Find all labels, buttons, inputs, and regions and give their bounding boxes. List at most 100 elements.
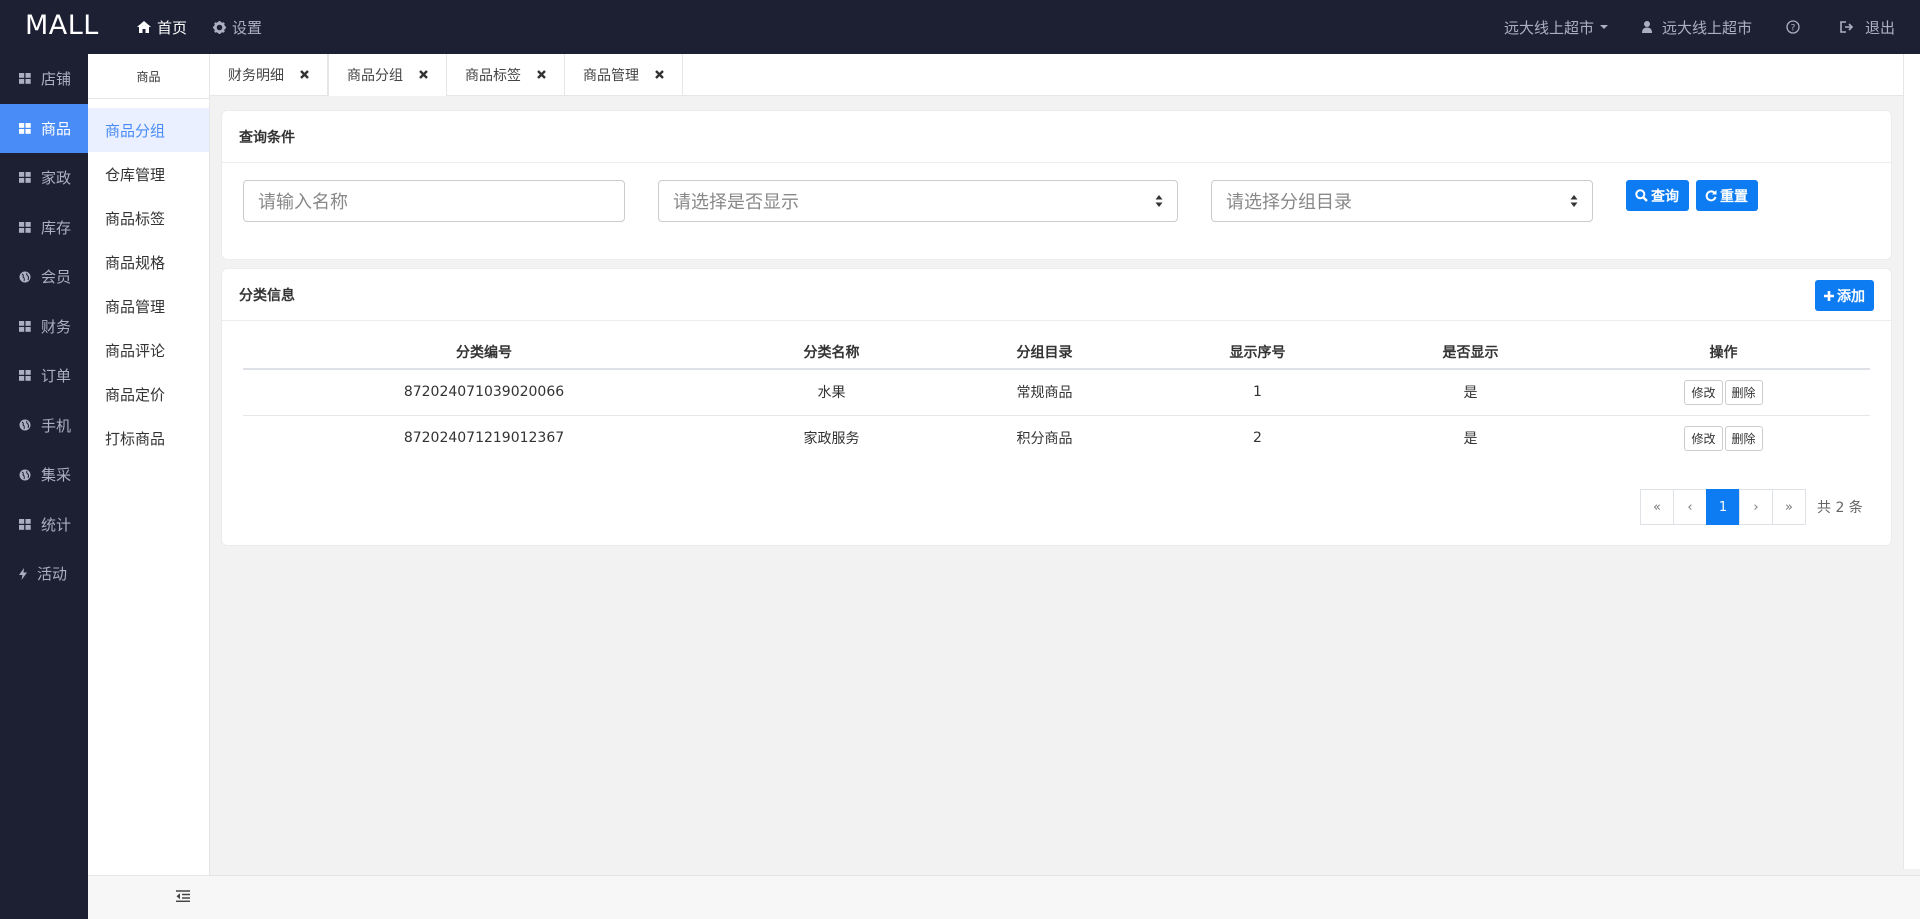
pagination: « ‹ 1 › » 共 2 条 xyxy=(1640,489,1863,525)
sidebar-item-label: 会员 xyxy=(41,268,72,287)
grid-icon xyxy=(19,320,36,332)
sub-sidebar: 商品 商品分组 仓库管理 商品标签 商品规格 商品管理 商品评论 商品定价 打标商品 xyxy=(88,54,210,875)
col-order: 显示序号 xyxy=(1151,335,1364,370)
sidebar-item-5[interactable]: 财务 xyxy=(0,302,88,352)
cell-group: 常规商品 xyxy=(938,368,1151,415)
globe-icon xyxy=(19,419,36,431)
table-header-row: 分类编号 分类名称 分组目录 显示序号 是否显示 操作 xyxy=(243,335,1870,370)
submenu-item-1[interactable]: 仓库管理 xyxy=(88,152,209,196)
submenu-item-3[interactable]: 商品规格 xyxy=(88,240,209,284)
bolt-icon xyxy=(19,567,32,580)
select-arrows-icon xyxy=(1155,195,1163,207)
globe-icon xyxy=(19,469,36,481)
top-nav-right: 远大线上超市 远大线上超市 ? 退出 xyxy=(1470,0,1895,54)
page-first[interactable]: « xyxy=(1640,489,1674,525)
cell-show: 是 xyxy=(1364,414,1577,461)
show-select[interactable]: 请选择是否显示 xyxy=(658,180,1178,222)
sub-sidebar-list: 商品分组 仓库管理 商品标签 商品规格 商品管理 商品评论 商品定价 打标商品 xyxy=(88,99,209,460)
add-button-label: 添加 xyxy=(1837,288,1865,305)
user-menu[interactable]: 远大线上超市 xyxy=(1641,17,1752,38)
page-next[interactable]: › xyxy=(1739,489,1773,525)
group-select[interactable]: 请选择分组目录 xyxy=(1211,180,1593,222)
cell-group: 积分商品 xyxy=(938,414,1151,461)
search-icon xyxy=(1635,189,1648,202)
page-current[interactable]: 1 xyxy=(1706,489,1740,525)
sidebar-item-1[interactable]: 商品 xyxy=(0,103,88,153)
sidebar-item-8[interactable]: 集采 xyxy=(0,450,88,500)
help-button[interactable]: ? xyxy=(1786,20,1806,34)
close-icon[interactable] xyxy=(419,67,428,83)
nav-home[interactable]: 首页 xyxy=(137,17,187,38)
sidebar-item-2[interactable]: 家政 xyxy=(0,153,88,203)
sub-sidebar-title: 商品 xyxy=(88,54,209,99)
search-button[interactable]: 查询 xyxy=(1626,180,1689,211)
close-icon[interactable] xyxy=(537,67,546,83)
query-card: 查询条件 请输入名称 请选择是否显示 请选择分组目录 查询 重置 xyxy=(221,110,1892,260)
reset-button[interactable]: 重置 xyxy=(1696,180,1758,211)
tab-0[interactable]: 财务明细 xyxy=(210,54,328,96)
bottom-bar xyxy=(88,875,1920,919)
sidebar-item-0[interactable]: 店铺 xyxy=(0,54,88,104)
submenu-item-6[interactable]: 商品定价 xyxy=(88,372,209,416)
group-select-label: 请选择分组目录 xyxy=(1226,192,1352,213)
reset-button-label: 重置 xyxy=(1720,188,1748,205)
user-name: 远大线上超市 xyxy=(1661,18,1752,37)
sidebar-item-label: 店铺 xyxy=(41,70,72,89)
scrollbar[interactable] xyxy=(1903,54,1920,869)
submenu-item-5[interactable]: 商品评论 xyxy=(88,328,209,372)
cell-name: 家政服务 xyxy=(725,414,938,461)
tab-2[interactable]: 商品标签 xyxy=(447,54,565,96)
submenu-item-7[interactable]: 打标商品 xyxy=(88,416,209,460)
brand-logo[interactable]: MALL xyxy=(25,10,99,41)
submenu-item-2[interactable]: 商品标签 xyxy=(88,196,209,240)
refresh-icon xyxy=(1705,190,1717,202)
sidebar-item-label: 家政 xyxy=(41,169,72,188)
top-nav: 首页 设置 xyxy=(137,0,288,54)
submenu-item-0[interactable]: 商品分组 xyxy=(88,108,209,152)
edit-button[interactable]: 修改 xyxy=(1684,379,1723,405)
sidebar-item-3[interactable]: 库存 xyxy=(0,203,88,253)
delete-button[interactable]: 删除 xyxy=(1724,379,1763,405)
nav-home-label: 首页 xyxy=(157,18,188,37)
submenu-item-4[interactable]: 商品管理 xyxy=(88,284,209,328)
logout-button[interactable]: 退出 xyxy=(1840,17,1895,38)
sidebar-item-label: 手机 xyxy=(41,416,72,435)
tab-label: 商品管理 xyxy=(583,68,639,84)
total-count: 共 2 条 xyxy=(1817,500,1863,516)
category-info-card: 分类信息 添加 分类编号 分类名称 分组目录 显示序号 是否显示 操作 8720… xyxy=(221,268,1892,546)
page-prev[interactable]: ‹ xyxy=(1673,489,1707,525)
delete-button[interactable]: 删除 xyxy=(1724,425,1763,451)
col-code: 分类编号 xyxy=(243,335,725,370)
sidebar-item-6[interactable]: 订单 xyxy=(0,351,88,401)
tab-label: 财务明细 xyxy=(228,68,284,84)
sidebar-item-10[interactable]: 活动 xyxy=(0,549,88,599)
home-icon xyxy=(137,21,151,33)
sidebar-toggle-button[interactable] xyxy=(176,890,190,906)
tab-3[interactable]: 商品管理 xyxy=(565,54,683,96)
grid-icon xyxy=(19,370,36,382)
store-dropdown[interactable]: 远大线上超市 xyxy=(1504,17,1608,38)
svg-text:?: ? xyxy=(1791,24,1796,34)
globe-icon xyxy=(19,271,36,283)
grid-icon xyxy=(19,172,36,184)
nav-settings-label: 设置 xyxy=(232,18,263,37)
store-dropdown-label: 远大线上超市 xyxy=(1503,18,1594,37)
close-icon[interactable] xyxy=(300,67,309,83)
sidebar-item-4[interactable]: 会员 xyxy=(0,252,88,302)
show-select-label: 请选择是否显示 xyxy=(673,192,799,213)
name-search-input[interactable]: 请输入名称 xyxy=(243,180,625,222)
sidebar-item-label: 活动 xyxy=(37,565,68,584)
sidebar-item-label: 商品 xyxy=(41,119,72,138)
add-button[interactable]: 添加 xyxy=(1815,280,1874,311)
question-circle-icon: ? xyxy=(1786,20,1800,34)
nav-settings[interactable]: 设置 xyxy=(213,17,262,38)
top-navbar: MALL 首页 设置 远大线上超市 远大线上超市 ? 退出 xyxy=(0,0,1920,54)
tab-1[interactable]: 商品分组 xyxy=(328,54,447,96)
caret-down-icon xyxy=(1599,25,1608,29)
edit-button[interactable]: 修改 xyxy=(1684,425,1723,451)
sidebar-item-9[interactable]: 统计 xyxy=(0,500,88,550)
sidebar-item-7[interactable]: 手机 xyxy=(0,401,88,451)
page-last[interactable]: » xyxy=(1772,489,1806,525)
close-icon[interactable] xyxy=(655,67,664,83)
tab-label: 商品标签 xyxy=(465,68,521,84)
